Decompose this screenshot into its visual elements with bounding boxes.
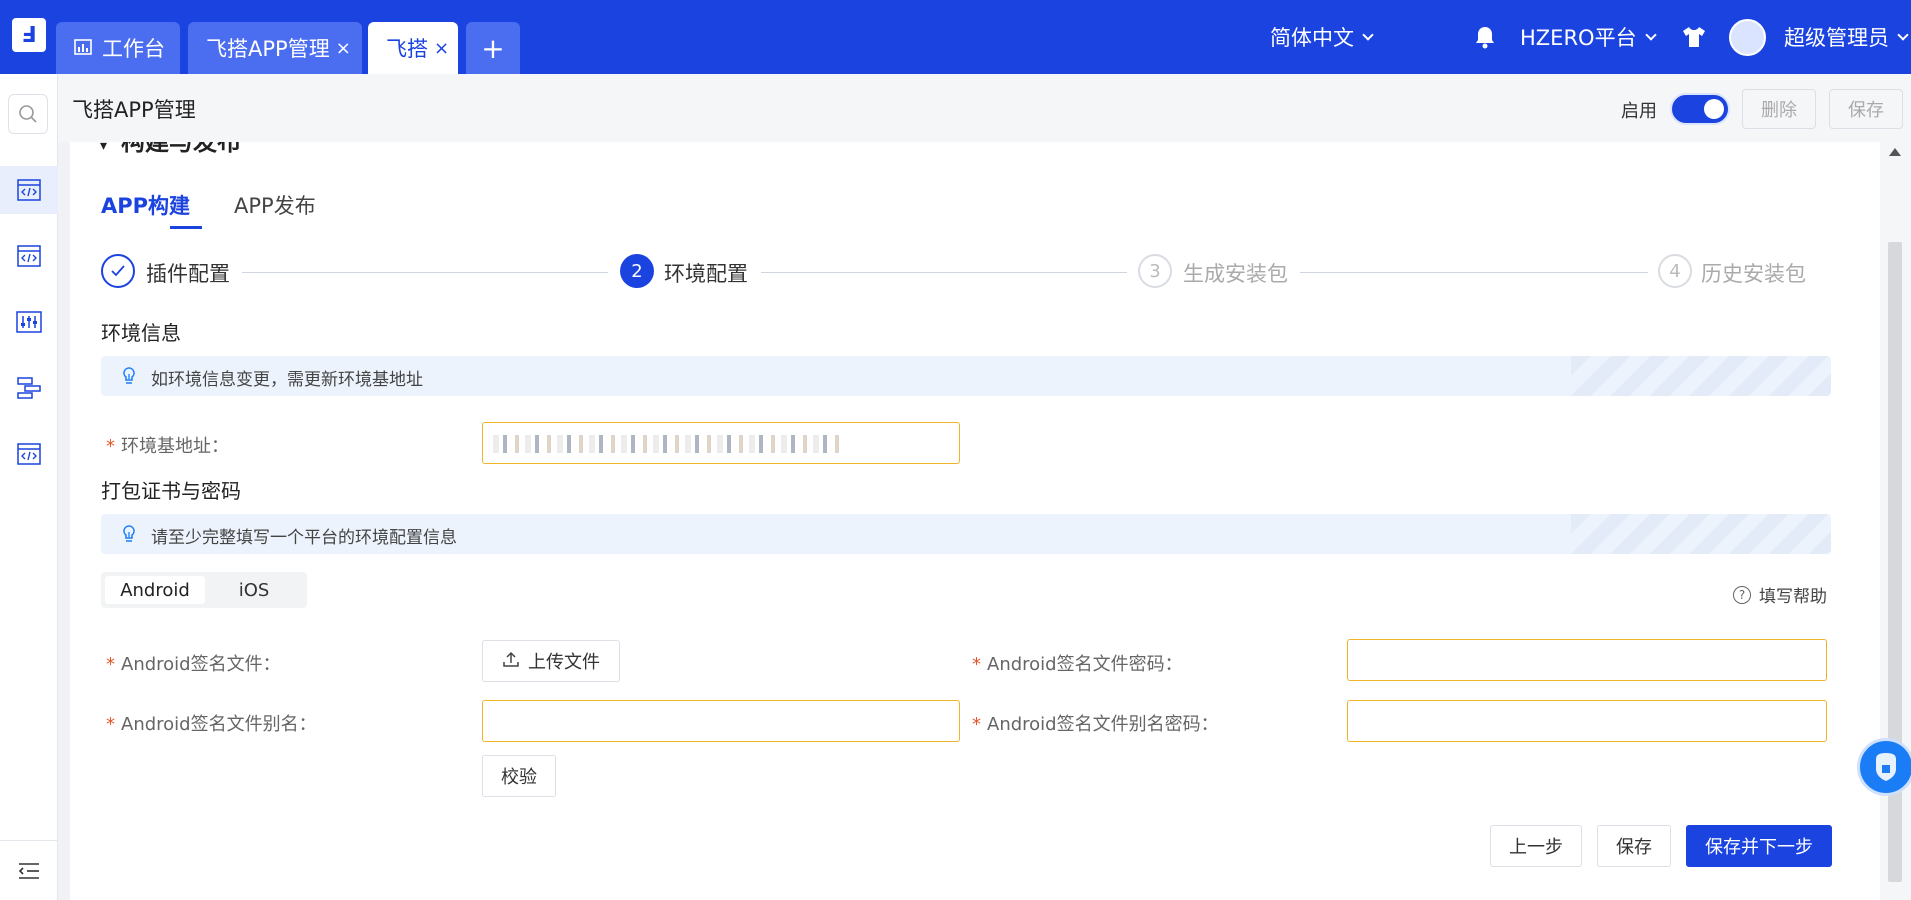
notice-text: 请至少完整填写一个平台的环境配置信息 (151, 528, 457, 548)
alias-input[interactable] (482, 700, 960, 742)
upload-label: 上传文件 (528, 652, 600, 673)
platform-select[interactable]: HZERO平台 (1520, 0, 1657, 74)
chevron-down-icon (1897, 29, 1909, 41)
alias-password-input[interactable] (1347, 700, 1827, 742)
equalizer-icon[interactable] (0, 298, 58, 346)
segment-android[interactable]: Android (105, 576, 205, 604)
step-plugin-config[interactable]: 插件配置 (146, 258, 230, 288)
tab-label: 工作台 (102, 37, 165, 61)
user-name: 超级管理员 (1784, 26, 1889, 50)
sign-password-label: * Android签名文件密码： (972, 654, 1183, 675)
upload-file-button[interactable]: 上传文件 (482, 640, 620, 682)
prev-step-button[interactable]: 上一步 (1490, 825, 1582, 867)
help-link[interactable]: ? 填写帮助 (1733, 582, 1827, 607)
close-icon[interactable]: × (336, 38, 351, 59)
cert-notice: 请至少完整填写一个平台的环境配置信息 (101, 514, 1831, 554)
upload-icon (502, 650, 520, 673)
cert-title: 打包证书与密码 (101, 479, 241, 503)
search-icon[interactable] (8, 94, 48, 134)
save-button[interactable]: 保存 (1829, 89, 1903, 129)
language-select[interactable]: 简体中文 (1270, 0, 1374, 74)
step-connector (242, 272, 608, 273)
tab-feida-app-manage[interactable]: 飞搭APP管理 × (188, 22, 362, 74)
scroll-up-icon[interactable] (1889, 148, 1901, 156)
alias-label: * Android签名文件别名： (106, 714, 317, 735)
page-title: 飞搭APP管理 (72, 98, 196, 122)
tab-app-build[interactable]: APP构建 (101, 190, 190, 220)
close-icon[interactable]: × (434, 38, 449, 59)
step-connector (761, 272, 1127, 273)
add-tab-button[interactable]: + (466, 22, 520, 74)
question-icon: ? (1733, 585, 1751, 604)
top-bar: Ⅎ 工作台 飞搭APP管理 × 飞搭 × + 简体中文 HZERO平台 超级管理… (0, 0, 1911, 74)
tab-feida[interactable]: 飞搭 × (368, 22, 458, 74)
bell-icon[interactable] (1472, 0, 1498, 74)
toggle-knob (1704, 99, 1724, 119)
code-window-icon[interactable] (0, 232, 58, 280)
code-window-icon[interactable] (0, 166, 58, 214)
sign-file-label: * Android签名文件： (106, 654, 281, 675)
step-number: 3 (1138, 254, 1172, 288)
left-sidebar (0, 74, 58, 900)
save-next-button[interactable]: 保存并下一步 (1686, 825, 1832, 867)
tab-app-publish[interactable]: APP发布 (234, 190, 316, 220)
sign-password-input[interactable] (1347, 639, 1827, 681)
base-url-label: * 环境基地址： (106, 436, 229, 457)
step-env-config[interactable]: 环境配置 (664, 258, 748, 288)
check-icon (101, 254, 135, 288)
step-history-package[interactable]: 历史安装包 (1701, 258, 1806, 288)
avatar[interactable] (1729, 19, 1766, 56)
collapse-menu-icon[interactable] (0, 840, 58, 900)
lightbulb-icon (121, 524, 137, 548)
redacted-value (493, 435, 843, 453)
verify-button[interactable]: 校验 (482, 755, 556, 797)
env-info-notice: 如环境信息变更，需更新环境基地址 (101, 356, 1831, 396)
step-generate-package[interactable]: 生成安装包 (1183, 258, 1288, 288)
help-label: 填写帮助 (1759, 587, 1827, 607)
enable-toggle[interactable] (1670, 93, 1730, 125)
base-url-input[interactable] (482, 422, 960, 464)
layers-icon[interactable] (0, 364, 58, 412)
main-card: ▾ 构建与发布 APP构建 APP发布 插件配置 2 环境配置 3 生成安装包 4… (70, 142, 1880, 900)
platform-label: HZERO平台 (1520, 26, 1637, 50)
page-header: 飞搭APP管理 启用 删除 保存 (58, 74, 1911, 142)
app-logo[interactable]: Ⅎ (12, 18, 46, 52)
decorative-stripes (1571, 356, 1831, 396)
delete-button[interactable]: 删除 (1742, 89, 1816, 129)
code-window-icon[interactable] (0, 430, 58, 478)
chevron-down-icon (1362, 29, 1374, 41)
section-title: ▾ 构建与发布 (100, 142, 242, 156)
footer-save-button[interactable]: 保存 (1597, 825, 1671, 867)
decorative-stripes (1571, 514, 1831, 554)
tab-label: 飞搭APP管理 (206, 37, 330, 61)
segment-ios[interactable]: iOS (205, 576, 303, 604)
tab-label: 飞搭 (386, 37, 428, 61)
active-tab-indicator (170, 226, 202, 229)
step-number: 4 (1658, 254, 1692, 288)
tab-workbench[interactable]: 工作台 (56, 22, 180, 74)
tshirt-icon[interactable] (1681, 0, 1707, 74)
step-connector (1300, 272, 1648, 273)
notice-text: 如环境信息变更，需更新环境基地址 (151, 370, 423, 390)
lightbulb-icon (121, 366, 137, 390)
user-menu[interactable]: 超级管理员 (1784, 0, 1909, 74)
alias-password-label: * Android签名文件别名密码： (972, 714, 1219, 735)
step-number: 2 (620, 254, 654, 288)
floating-assistant-icon[interactable] (1857, 738, 1911, 796)
dashboard-icon (74, 36, 92, 60)
env-info-title: 环境信息 (101, 321, 181, 345)
chevron-down-icon (1644, 29, 1657, 41)
platform-switch: Android iOS (101, 572, 307, 608)
enable-label: 启用 (1621, 101, 1657, 122)
language-label: 简体中文 (1270, 26, 1354, 50)
